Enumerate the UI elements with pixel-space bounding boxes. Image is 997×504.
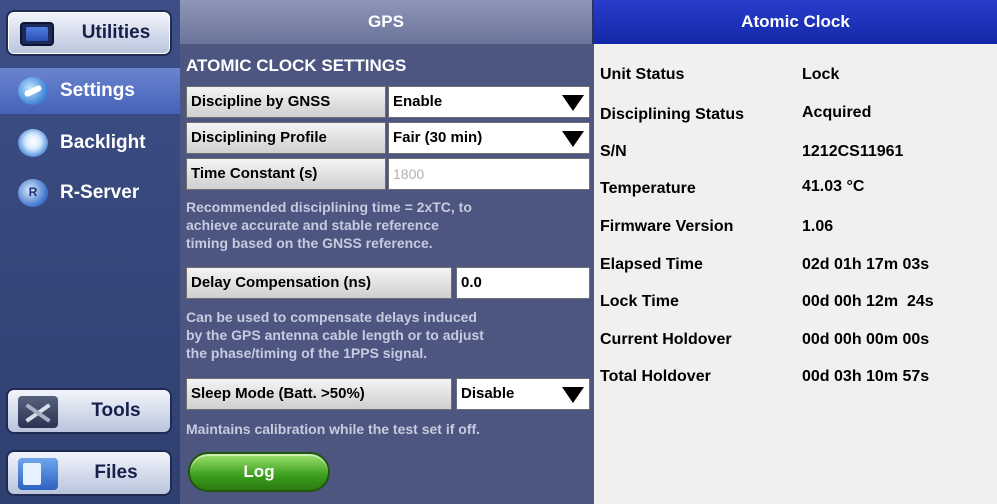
- files-button[interactable]: Files: [6, 450, 172, 496]
- note-line: the phase/timing of the 1PPS signal.: [186, 345, 428, 361]
- total-holdover-label: Total Holdover: [600, 368, 711, 385]
- time-constant-label: Time Constant (s): [186, 158, 386, 190]
- firmware-version-value: 1.06: [802, 218, 834, 235]
- delay-note: Can be used to compensate delays induced…: [186, 308, 590, 362]
- sidebar-item-r-server[interactable]: R R-Server: [0, 170, 180, 216]
- sidebar-item-label: Settings: [60, 80, 135, 101]
- dropdown-arrow-icon: [562, 131, 584, 147]
- gps-panel: GPS ATOMIC CLOCK SETTINGS Discipline by …: [180, 0, 594, 504]
- recommendation-note: Recommended disciplining time = 2xTC, to…: [186, 198, 590, 252]
- tab-gps[interactable]: GPS: [180, 0, 594, 44]
- discipline-profile-label: Disciplining Profile: [186, 122, 386, 154]
- note-line: by the GPS antenna cable length or to ad…: [186, 327, 484, 343]
- tools-label: Tools: [91, 400, 141, 421]
- backlight-icon: [18, 129, 48, 157]
- dropdown-arrow-icon: [562, 95, 584, 111]
- sleep-mode-label: Sleep Mode (Batt. >50%): [186, 378, 452, 410]
- note-line: timing based on the GNSS reference.: [186, 235, 433, 251]
- monitor-icon: [20, 22, 54, 46]
- delay-compensation-input[interactable]: 0.0: [456, 267, 590, 299]
- dropdown-arrow-icon: [562, 387, 584, 403]
- discipline-profile-select[interactable]: Fair (30 min): [388, 122, 590, 154]
- sleep-note: Maintains calibration while the test set…: [186, 421, 481, 437]
- discipline-profile-value: Fair (30 min): [393, 129, 483, 146]
- current-holdover-value: 00d 00h 00m 00s: [802, 331, 930, 348]
- discipline-gnss-label: Discipline by GNSS: [186, 86, 386, 118]
- note-line: achieve accurate and stable reference: [186, 217, 439, 233]
- firmware-version-label: Firmware Version: [600, 218, 734, 235]
- sleep-mode-select[interactable]: Disable: [456, 378, 590, 410]
- discipline-gnss-value: Enable: [393, 93, 443, 110]
- settings-icon: [18, 77, 48, 105]
- note-line: Recommended disciplining time = 2xTC, to: [186, 199, 472, 215]
- sidebar-item-backlight[interactable]: Backlight: [0, 120, 180, 166]
- delay-compensation-label: Delay Compensation (ns): [186, 267, 452, 299]
- sleep-mode-value: Disable: [461, 385, 515, 402]
- disciplining-status-value: Acquired: [802, 104, 872, 121]
- utilities-button[interactable]: Utilities: [6, 10, 172, 56]
- lock-time-value: 00d 00h 12m 24s: [802, 293, 934, 310]
- temperature-value: 41.03 °C: [802, 178, 865, 195]
- note-line: Can be used to compensate delays induced: [186, 309, 477, 325]
- total-holdover-value: 00d 03h 10m 57s: [802, 368, 930, 385]
- sidebar: Utilities Settings Backlight R R-Server …: [0, 0, 180, 504]
- utilities-label: Utilities: [81, 22, 151, 43]
- discipline-gnss-select[interactable]: Enable: [388, 86, 590, 118]
- tab-atomic-clock[interactable]: Atomic Clock: [594, 0, 997, 44]
- disciplining-status-label: Disciplining Status: [600, 106, 745, 123]
- time-constant-field: 1800: [388, 158, 590, 190]
- temperature-label: Temperature: [600, 180, 696, 197]
- atomic-clock-panel: Unit Status Lock Disciplining Status Acq…: [594, 44, 997, 504]
- tools-button[interactable]: Tools: [6, 388, 172, 434]
- serial-number-label: S/N: [600, 143, 627, 160]
- elapsed-time-value: 02d 01h 17m 03s: [802, 256, 930, 273]
- unit-status-label: Unit Status: [600, 66, 685, 83]
- unit-status-value: Lock: [802, 66, 840, 83]
- tools-icon: [18, 396, 58, 428]
- elapsed-time-label: Elapsed Time: [600, 256, 703, 273]
- log-button[interactable]: Log: [188, 452, 330, 492]
- sidebar-item-settings[interactable]: Settings: [0, 68, 180, 114]
- sidebar-item-label: Backlight: [60, 132, 146, 153]
- serial-number-value: 1212CS11961: [802, 143, 904, 160]
- r-server-icon: R: [18, 179, 48, 207]
- files-label: Files: [94, 462, 138, 483]
- lock-time-label: Lock Time: [600, 293, 679, 310]
- sidebar-item-label: R-Server: [60, 182, 140, 203]
- current-holdover-label: Current Holdover: [600, 331, 732, 348]
- files-icon: [18, 458, 58, 490]
- section-title: ATOMIC CLOCK SETTINGS: [186, 56, 407, 75]
